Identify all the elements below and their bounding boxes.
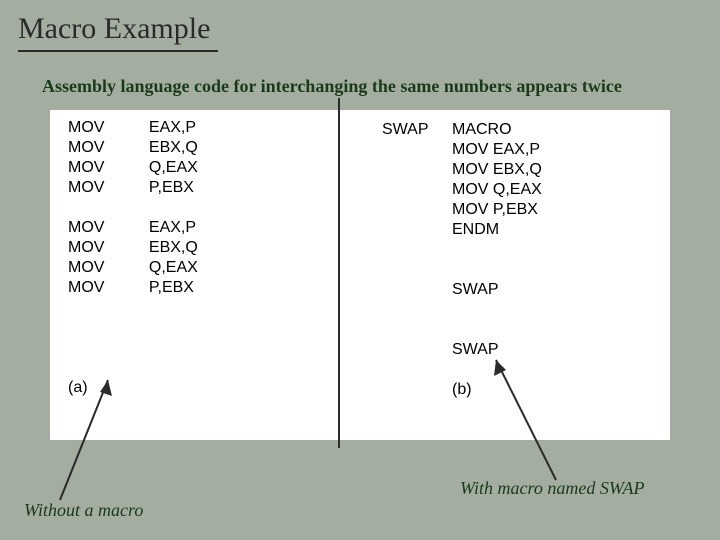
vertical-divider bbox=[338, 98, 340, 448]
code-column-a: MOV EAX,P MOV EBX,Q MOV Q,EAX MOV P,EBX … bbox=[68, 118, 198, 398]
slide-title: Macro Example bbox=[18, 12, 210, 46]
slide-subtitle: Assembly language code for interchanging… bbox=[42, 76, 622, 97]
code-column-b-body: MACRO MOV EAX,P MOV EBX,Q MOV Q,EAX MOV … bbox=[452, 120, 542, 400]
caption-without-macro: Without a macro bbox=[24, 500, 143, 521]
title-underline bbox=[18, 50, 218, 52]
code-column-b-label: SWAP bbox=[382, 120, 429, 140]
caption-with-macro: With macro named SWAP bbox=[460, 478, 645, 499]
